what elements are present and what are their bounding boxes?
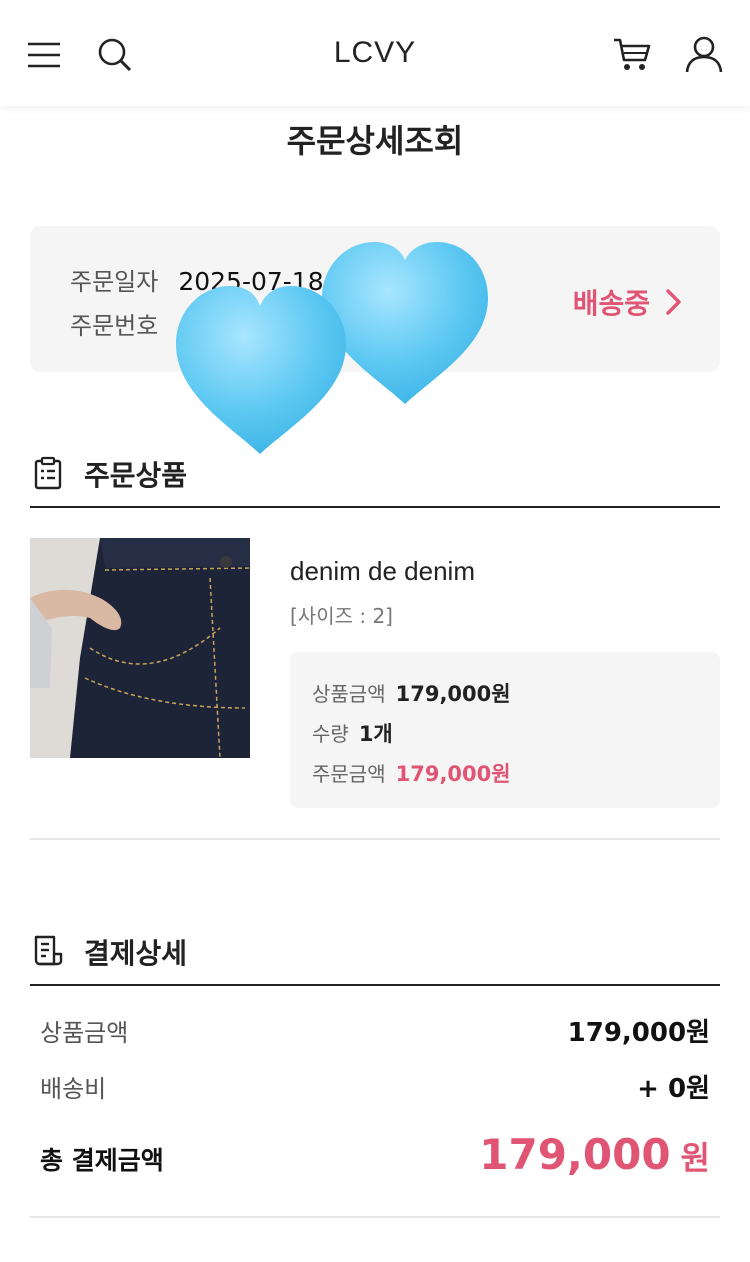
order-amount-label: 주문금액 — [312, 762, 386, 786]
order-summary-box: 주문일자 2025-07-18 주문번호 배송중 — [30, 226, 720, 372]
page-title: 주문상세조회 — [286, 122, 464, 160]
order-number-label: 주문번호 — [70, 312, 159, 340]
quantity-label: 수량 — [312, 722, 349, 746]
product-image[interactable] — [30, 538, 250, 758]
divider — [30, 838, 720, 840]
price-label: 상품금액 — [312, 682, 386, 706]
receipt-icon — [34, 935, 63, 966]
payment-details-section-header: 결제상세 — [30, 926, 720, 986]
section-title: 결제상세 — [84, 937, 188, 970]
payment-row: 상품금액 179,000원 — [40, 1012, 710, 1049]
order-items-section-header: 주문상품 — [30, 448, 720, 508]
payment-total-label: 총 결제금액 — [40, 1146, 164, 1175]
product-option: [사이즈 : 2] — [290, 604, 393, 628]
divider — [30, 1216, 720, 1218]
quantity-value: 1개 — [358, 722, 393, 746]
user-icon[interactable] — [684, 34, 724, 74]
shipping-status-link[interactable]: 배송중 — [573, 282, 684, 322]
payment-total-row: 총 결제금액 179,000 원 — [40, 1130, 710, 1179]
order-number-row: 주문번호 — [70, 306, 158, 341]
product-name[interactable]: denim de denim — [290, 556, 475, 587]
price-value: 179,000원 — [395, 682, 511, 706]
cart-icon[interactable] — [612, 34, 652, 74]
payment-total-unit: 원 — [680, 1139, 710, 1177]
payment-row-label: 상품금액 — [40, 1019, 129, 1047]
section-title: 주문상품 — [84, 459, 188, 492]
payment-row-value: + 0원 — [637, 1074, 710, 1104]
shipping-status-label: 배송중 — [572, 287, 650, 320]
payment-total-value: 179,000 원 — [479, 1130, 710, 1179]
payment-total-amount: 179,000 — [479, 1130, 671, 1179]
order-date-row: 주문일자 2025-07-18 — [70, 262, 324, 297]
order-amount-row: 주문금액 179,000원 — [312, 758, 511, 788]
chevron-right-icon — [666, 289, 681, 315]
quantity-row: 수량 1개 — [312, 718, 393, 748]
payment-row: 배송비 + 0원 — [40, 1068, 710, 1105]
top-bar: LCVY — [0, 0, 750, 106]
order-date-label: 주문일자 — [70, 268, 159, 296]
product-price-box: 상품금액 179,000원 수량 1개 주문금액 179,000원 — [290, 652, 720, 808]
clipboard-icon — [34, 456, 62, 490]
order-date-value: 2025-07-18 — [178, 267, 324, 296]
payment-row-value: 179,000원 — [567, 1018, 710, 1048]
payment-row-label: 배송비 — [40, 1075, 107, 1103]
order-amount-value: 179,000원 — [395, 762, 511, 786]
product-price-row: 상품금액 179,000원 — [312, 678, 511, 708]
